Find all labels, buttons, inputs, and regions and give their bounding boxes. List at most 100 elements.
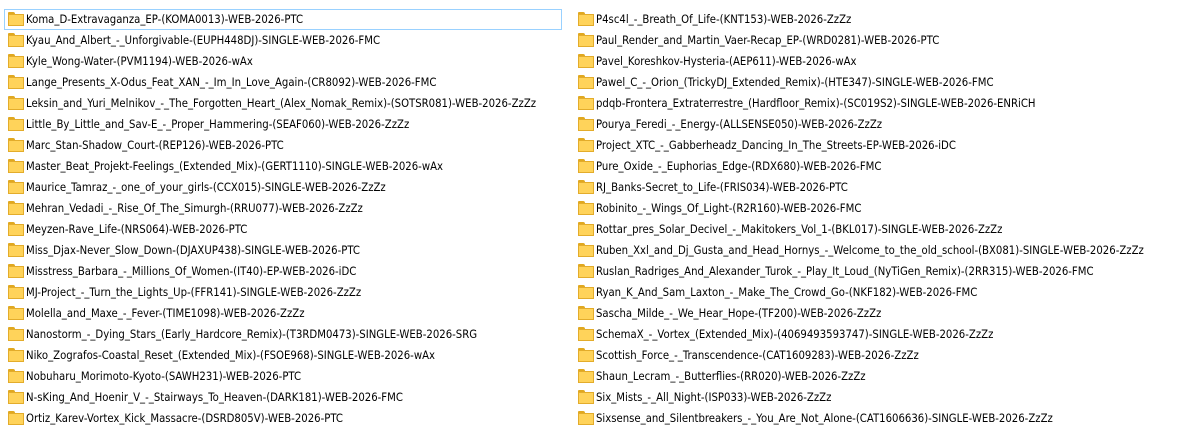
folder-item[interactable]: Marc_Stan-Shadow_Court-(REP126)-WEB-2026… <box>4 135 562 156</box>
folder-icon <box>8 348 24 362</box>
folder-item[interactable]: pdqb-Frontera_Extraterrestre_(Hardfloor_… <box>574 93 1180 114</box>
folder-name: Sixsense_and_Silentbreakers_-_You_Are_No… <box>596 411 1053 425</box>
folder-icon <box>8 264 24 278</box>
folder-name: pdqb-Frontera_Extraterrestre_(Hardfloor_… <box>596 96 1036 110</box>
folder-item[interactable]: Robinito_-_Wings_Of_Light-(R2R160)-WEB-2… <box>574 198 1180 219</box>
folder-icon <box>578 96 594 110</box>
folder-name: Misstress_Barbara_-_Millions_Of_Women-(I… <box>26 264 357 278</box>
folder-item[interactable]: Nanostorm_-_Dying_Stars_(Early_Hardcore_… <box>4 324 562 345</box>
folder-item[interactable]: Miss_Djax-Never_Slow_Down-(DJAXUP438)-SI… <box>4 240 562 261</box>
folder-item[interactable]: Niko_Zografos-Coastal_Reset_(Extended_Mi… <box>4 345 562 366</box>
folder-item[interactable]: Leksin_and_Yuri_Melnikov_-_The_Forgotten… <box>4 93 562 114</box>
folder-icon <box>8 201 24 215</box>
folder-item[interactable]: Master_Beat_Projekt-Feelings_(Extended_M… <box>4 156 562 177</box>
folder-icon <box>578 222 594 236</box>
folder-icon <box>578 327 594 341</box>
folder-name: Pourya_Feredi_-_Energy-(ALLSENSE050)-WEB… <box>596 117 883 131</box>
folder-item[interactable]: Sascha_Milde_-_We_Hear_Hope-(TF200)-WEB-… <box>574 303 1180 324</box>
folder-icon <box>578 138 594 152</box>
folder-name: Six_Mists_-_All_Night-(ISP033)-WEB-2026-… <box>596 390 832 404</box>
folder-item[interactable]: Lange_Presents_X-Odus_Feat_XAN_-_Im_In_L… <box>4 72 562 93</box>
folder-name: Paul_Render_and_Martin_Vaer-Recap_EP-(WR… <box>596 33 940 47</box>
folder-icon <box>8 33 24 47</box>
folder-name: Pavel_Koreshkov-Hysteria-(AEP611)-WEB-20… <box>596 54 857 68</box>
folder-item[interactable]: Ortiz_Karev-Vortex_Kick_Massacre-(DSRD80… <box>4 408 562 429</box>
folder-item[interactable]: Mehran_Vedadi_-_Rise_Of_The_Simurgh-(RRU… <box>4 198 562 219</box>
folder-name: Mehran_Vedadi_-_Rise_Of_The_Simurgh-(RRU… <box>26 201 363 215</box>
folder-item[interactable]: Six_Mists_-_All_Night-(ISP033)-WEB-2026-… <box>574 387 1180 408</box>
folder-name: Miss_Djax-Never_Slow_Down-(DJAXUP438)-SI… <box>26 243 361 257</box>
folder-icon <box>8 54 24 68</box>
folder-icon <box>8 180 24 194</box>
folder-item[interactable]: Sixsense_and_Silentbreakers_-_You_Are_No… <box>574 408 1180 429</box>
folder-item[interactable]: Kyau_And_Albert_-_Unforgivable-(EUPH448D… <box>4 30 562 51</box>
folder-icon <box>8 327 24 341</box>
folder-icon <box>8 117 24 131</box>
folder-icon <box>8 390 24 404</box>
folder-item[interactable]: Misstress_Barbara_-_Millions_Of_Women-(I… <box>4 261 562 282</box>
folder-icon <box>8 138 24 152</box>
folder-icon <box>578 369 594 383</box>
folder-item[interactable]: Pourya_Feredi_-_Energy-(ALLSENSE050)-WEB… <box>574 114 1180 135</box>
folder-item[interactable]: Paul_Render_and_Martin_Vaer-Recap_EP-(WR… <box>574 30 1180 51</box>
folder-icon <box>578 180 594 194</box>
folder-icon <box>578 285 594 299</box>
folder-name: Ruslan_Radriges_And_Alexander_Turok_-_Pl… <box>596 264 1094 278</box>
folder-list-view: Koma_D-Extravaganza_EP-(KOMA0013)-WEB-20… <box>0 0 1184 438</box>
folder-name: Pure_Oxide_-_Euphorias_Edge-(RDX680)-WEB… <box>596 159 882 173</box>
folder-icon <box>578 33 594 47</box>
folder-item[interactable]: Pavel_Koreshkov-Hysteria-(AEP611)-WEB-20… <box>574 51 1180 72</box>
folder-name: Molella_and_Maxe_-_Fever-(TIME1098)-WEB-… <box>26 306 305 320</box>
folder-name: Pawel_C_-_Orion_(TrickyDJ_Extended_Remix… <box>596 75 994 89</box>
folder-item[interactable]: RJ_Banks-Secret_to_Life-(FRIS034)-WEB-20… <box>574 177 1180 198</box>
folder-icon <box>578 348 594 362</box>
folder-item[interactable]: Nobuharu_Morimoto-Kyoto-(SAWH231)-WEB-20… <box>4 366 562 387</box>
folder-item[interactable]: Shaun_Lecram_-_Butterflies-(RR020)-WEB-2… <box>574 366 1180 387</box>
folder-icon <box>8 159 24 173</box>
folder-item[interactable]: Ryan_K_And_Sam_Laxton_-_Make_The_Crowd_G… <box>574 282 1180 303</box>
folder-item[interactable]: Kyle_Wong-Water-(PVM1194)-WEB-2026-wAx <box>4 51 562 72</box>
folder-name: Ryan_K_And_Sam_Laxton_-_Make_The_Crowd_G… <box>596 285 978 299</box>
folder-name: RJ_Banks-Secret_to_Life-(FRIS034)-WEB-20… <box>596 180 848 194</box>
folder-icon <box>578 75 594 89</box>
folder-name: Niko_Zografos-Coastal_Reset_(Extended_Mi… <box>26 348 436 362</box>
folder-item[interactable]: N-sKing_And_Hoenir_V_-_Stairways_To_Heav… <box>4 387 562 408</box>
folder-name: N-sKing_And_Hoenir_V_-_Stairways_To_Heav… <box>26 390 403 404</box>
folder-icon <box>8 369 24 383</box>
folder-item[interactable]: Meyzen-Rave_Life-(NRS064)-WEB-2026-PTC <box>4 219 562 240</box>
folder-name: Master_Beat_Projekt-Feelings_(Extended_M… <box>26 159 444 173</box>
folder-icon <box>8 411 24 425</box>
folder-icon <box>8 75 24 89</box>
folder-item[interactable]: SchemaX_-_Vortex_(Extended_Mix)-(4069493… <box>574 324 1180 345</box>
folder-item[interactable]: Scottish_Force_-_Transcendence-(CAT16092… <box>574 345 1180 366</box>
folder-name: Rottar_pres_Solar_Decivel_-_Makitokers_V… <box>596 222 1003 236</box>
folder-name: Kyau_And_Albert_-_Unforgivable-(EUPH448D… <box>26 33 381 47</box>
folder-icon <box>8 96 24 110</box>
folder-item[interactable]: Project_XTC_-_Gabberheadz_Dancing_In_The… <box>574 135 1180 156</box>
folder-item[interactable]: Pure_Oxide_-_Euphorias_Edge-(RDX680)-WEB… <box>574 156 1180 177</box>
folder-item[interactable]: Molella_and_Maxe_-_Fever-(TIME1098)-WEB-… <box>4 303 562 324</box>
folder-item[interactable]: P4sc4l_-_Breath_Of_Life-(KNT153)-WEB-202… <box>574 9 1180 30</box>
folder-item[interactable]: Maurice_Tamraz_-_one_of_your_girls-(CCX0… <box>4 177 562 198</box>
folder-icon <box>8 222 24 236</box>
folder-name: MJ-Project_-_Turn_the_Lights_Up-(FFR141)… <box>26 285 362 299</box>
folder-item[interactable]: Ruslan_Radriges_And_Alexander_Turok_-_Pl… <box>574 261 1180 282</box>
folder-item[interactable]: Ruben_Xxl_and_Dj_Gusta_and_Head_Hornys_-… <box>574 240 1180 261</box>
folder-item[interactable]: Koma_D-Extravaganza_EP-(KOMA0013)-WEB-20… <box>4 9 562 30</box>
folder-item[interactable]: Pawel_C_-_Orion_(TrickyDJ_Extended_Remix… <box>574 72 1180 93</box>
folder-icon <box>578 306 594 320</box>
folder-icon <box>578 54 594 68</box>
folder-column-left: Koma_D-Extravaganza_EP-(KOMA0013)-WEB-20… <box>4 9 562 429</box>
folder-icon <box>8 243 24 257</box>
folder-name: Meyzen-Rave_Life-(NRS064)-WEB-2026-PTC <box>26 222 248 236</box>
folder-item[interactable]: Rottar_pres_Solar_Decivel_-_Makitokers_V… <box>574 219 1180 240</box>
folder-name: P4sc4l_-_Breath_Of_Life-(KNT153)-WEB-202… <box>596 12 852 26</box>
folder-icon <box>578 201 594 215</box>
folder-icon <box>578 159 594 173</box>
folder-icon <box>578 264 594 278</box>
folder-name: Kyle_Wong-Water-(PVM1194)-WEB-2026-wAx <box>26 54 253 68</box>
folder-name: Shaun_Lecram_-_Butterflies-(RR020)-WEB-2… <box>596 369 866 383</box>
folder-item[interactable]: Little_By_Little_and_Sav-E_-_Proper_Hamm… <box>4 114 562 135</box>
folder-item[interactable]: MJ-Project_-_Turn_the_Lights_Up-(FFR141)… <box>4 282 562 303</box>
folder-icon <box>578 390 594 404</box>
